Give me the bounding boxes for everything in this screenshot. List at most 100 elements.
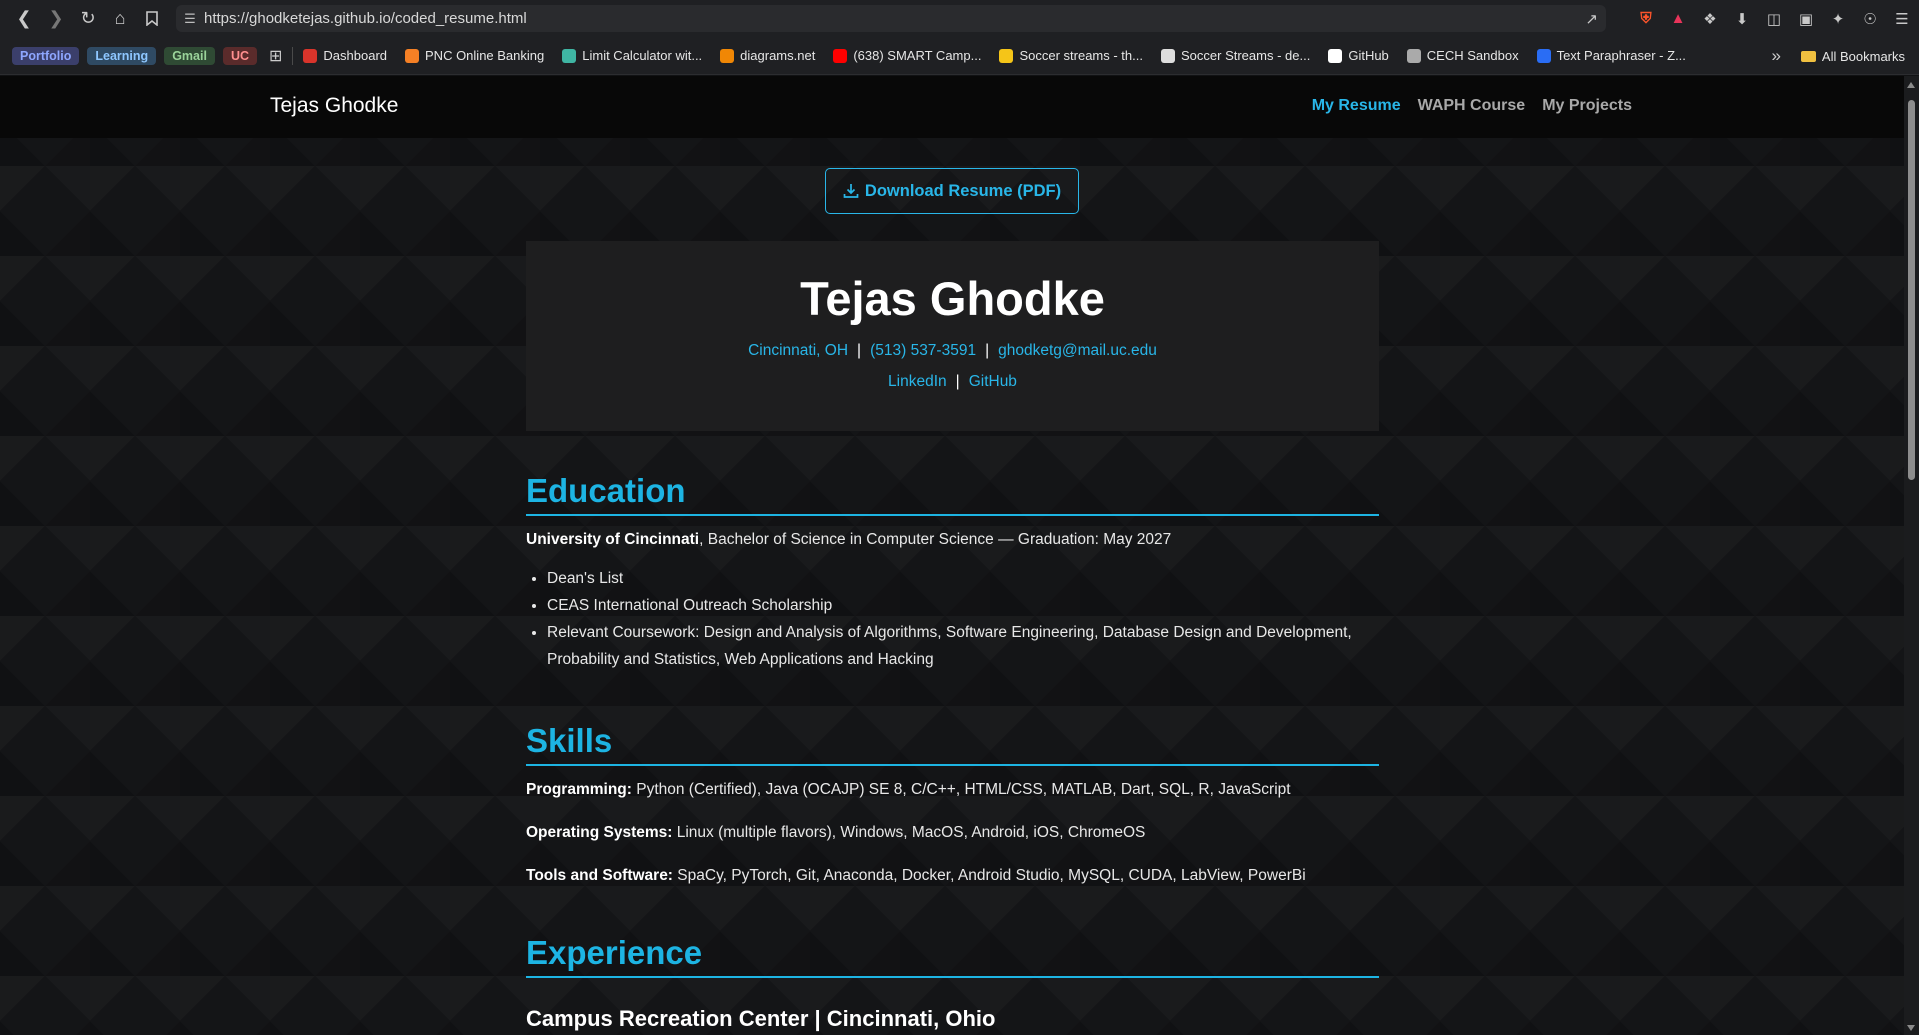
downloads-icon[interactable]: ⬇ (1731, 8, 1753, 30)
home-icon[interactable]: ⌂ (104, 0, 136, 37)
skill-row-os: Operating Systems: Linux (multiple flavo… (526, 822, 1379, 844)
download-resume-button[interactable]: Download Resume (PDF) (825, 168, 1079, 214)
brave-shields-icon[interactable]: ⛨ (1635, 8, 1657, 30)
bookmark-item[interactable]: Soccer streams - th... (999, 48, 1143, 63)
bookmark-group-portfolio[interactable]: Portfolio (12, 46, 80, 65)
education-degree: University of Cincinnati, Bachelor of Sc… (526, 529, 1379, 551)
youtube-icon (833, 48, 848, 63)
back-icon[interactable]: ❮ (8, 0, 40, 37)
bookmark-item[interactable]: GitHub (1328, 48, 1389, 63)
bookmark-item[interactable]: PNC Online Banking (405, 48, 544, 63)
bookmark-label: Text Paraphraser - Z... (1556, 48, 1686, 63)
share-icon[interactable]: ↗ (1585, 10, 1598, 28)
folder-icon (1800, 50, 1816, 62)
site-settings-icon[interactable]: ☰ (176, 11, 204, 27)
sidebar-icon[interactable]: ◫ (1763, 8, 1785, 30)
skills-heading: Skills (526, 722, 1379, 766)
bookmark-icon[interactable] (136, 0, 168, 37)
bookmark-item[interactable]: Dashboard (303, 48, 387, 63)
bookmark-label: diagrams.net (740, 48, 816, 63)
separator: | (955, 373, 960, 390)
bookmark-item[interactable]: diagrams.net (720, 48, 815, 63)
github-link[interactable]: GitHub (969, 373, 1017, 390)
scroll-down-icon[interactable] (1907, 1025, 1915, 1031)
bookmark-label: PNC Online Banking (425, 48, 545, 63)
list-item: CEAS International Outreach Scholarship (547, 592, 1379, 619)
skill-value: Linux (multiple flavors), Windows, MacOS… (672, 824, 1146, 841)
education-heading: Education (526, 472, 1379, 516)
email-link[interactable]: ghodketg@mail.uc.edu (998, 342, 1157, 359)
bookmark-label: GitHub (1348, 48, 1389, 63)
skill-label: Tools and Software: (526, 867, 673, 884)
canvas-icon (303, 48, 318, 63)
experience-section: Experience Campus Recreation Center | Ci… (526, 934, 1379, 1032)
bookmark-label: Soccer streams - th... (1019, 48, 1143, 63)
bookmark-label: Limit Calculator wit... (582, 48, 703, 63)
forward-icon[interactable]: ❯ (40, 0, 72, 37)
resume-name: Tejas Ghodke (800, 272, 1105, 325)
bookmark-item[interactable]: Soccer Streams - de... (1161, 48, 1310, 63)
leo-ai-icon[interactable]: ✦ (1827, 8, 1849, 30)
experience-item-title: Campus Recreation Center | Cincinnati, O… (526, 1006, 996, 1031)
extensions-icon[interactable]: ❖ (1699, 8, 1721, 30)
list-item: Relevant Coursework: Design and Analysis… (547, 619, 1379, 673)
skill-value: Python (Certified), Java (OCAJP) SE 8, C… (631, 781, 1291, 798)
bookmark-label: Soccer Streams - de... (1181, 48, 1311, 63)
scroll-up-icon[interactable] (1907, 82, 1915, 88)
menu-icon[interactable]: ☰ (1891, 8, 1913, 30)
bookmark-item[interactable]: Text Paraphraser - Z... (1536, 48, 1686, 63)
skill-label: Operating Systems: (526, 824, 673, 841)
vpn-icon[interactable]: ☉ (1859, 8, 1881, 30)
more-bookmarks-icon[interactable]: » (1771, 46, 1780, 66)
brave-rewards-icon[interactable]: ▲ (1667, 8, 1689, 30)
page-scrollbar[interactable] (1904, 76, 1919, 1035)
bookmark-group-uc[interactable]: UC (222, 46, 257, 65)
linkedin-link[interactable]: LinkedIn (888, 373, 947, 390)
bookmark-separator (292, 46, 294, 65)
all-bookmarks-label: All Bookmarks (1821, 48, 1905, 64)
experience-heading: Experience (526, 934, 1379, 978)
contact-line: Cincinnati, OH | (513) 537-3591 | ghodketg@m… (526, 342, 1379, 360)
address-bar[interactable]: ☰ https://ghodketejas.github.io/coded_re… (176, 5, 1606, 32)
wallet-icon[interactable]: ▣ (1795, 8, 1817, 30)
phone-link[interactable]: (513) 537-3591 (870, 342, 976, 359)
degree-detail: , Bachelor of Science in Computer Scienc… (699, 531, 1172, 548)
reload-icon[interactable]: ↻ (72, 0, 104, 37)
browser-toolbar: ❮ ❯ ↻ ⌂ ☰ https://ghodketejas.github.io/… (0, 0, 1919, 37)
resume-header-card: Tejas Ghodke (526, 241, 1379, 431)
download-resume-label: Download Resume (PDF) (864, 181, 1062, 200)
bookmark-item[interactable]: Limit Calculator wit... (562, 48, 702, 63)
nav-waph-course[interactable]: WAPH Course (1418, 97, 1526, 115)
scrollbar-thumb[interactable] (1908, 100, 1915, 480)
site-brand[interactable]: Tejas Ghodke (270, 94, 398, 118)
bookmark-label: (638) SMART Camp... (853, 48, 982, 63)
bookmark-label: CECH Sandbox (1426, 48, 1519, 63)
bookmark-label: Dashboard (323, 48, 388, 63)
skills-section: Skills Programming: Python (Certified), … (526, 722, 1379, 887)
apps-grid-icon[interactable]: ⊞ (269, 46, 282, 66)
nav-my-resume[interactable]: My Resume (1312, 97, 1401, 115)
bookmark-group-learning[interactable]: Learning (87, 46, 157, 65)
skill-row-tools: Tools and Software: SpaCy, PyTorch, Git,… (526, 865, 1379, 887)
github-icon (1328, 48, 1343, 63)
school-name: University of Cincinnati (526, 531, 700, 548)
separator: | (857, 342, 862, 359)
education-section: Education University of Cincinnati, Bach… (526, 472, 1379, 673)
separator: | (985, 342, 990, 359)
education-bullets: Dean's List CEAS International Outreach … (526, 565, 1379, 673)
all-bookmarks-folder[interactable]: All Bookmarks (1800, 48, 1905, 64)
skill-row-programming: Programming: Python (Certified), Java (O… (526, 779, 1379, 801)
bookmark-item[interactable]: (638) SMART Camp... (833, 48, 981, 63)
location-link[interactable]: Cincinnati, OH (748, 342, 848, 359)
ball-icon (1161, 48, 1175, 63)
list-item: Dean's List (547, 565, 1379, 592)
diagrams-icon (720, 48, 735, 63)
bookmark-item[interactable]: CECH Sandbox (1406, 48, 1519, 63)
page-viewport: Tejas Ghodke My Resume WAPH Course My Pr… (0, 76, 1904, 1035)
profile-links: LinkedIn | GitHub (526, 373, 1379, 391)
nav-my-projects[interactable]: My Projects (1542, 97, 1632, 115)
bookmarks-bar: Portfolio Learning Gmail UC ⊞ Dashboard P… (0, 37, 1919, 75)
bookmark-group-gmail[interactable]: Gmail (164, 46, 215, 65)
cube-icon (562, 48, 577, 63)
check-icon (999, 48, 1014, 63)
